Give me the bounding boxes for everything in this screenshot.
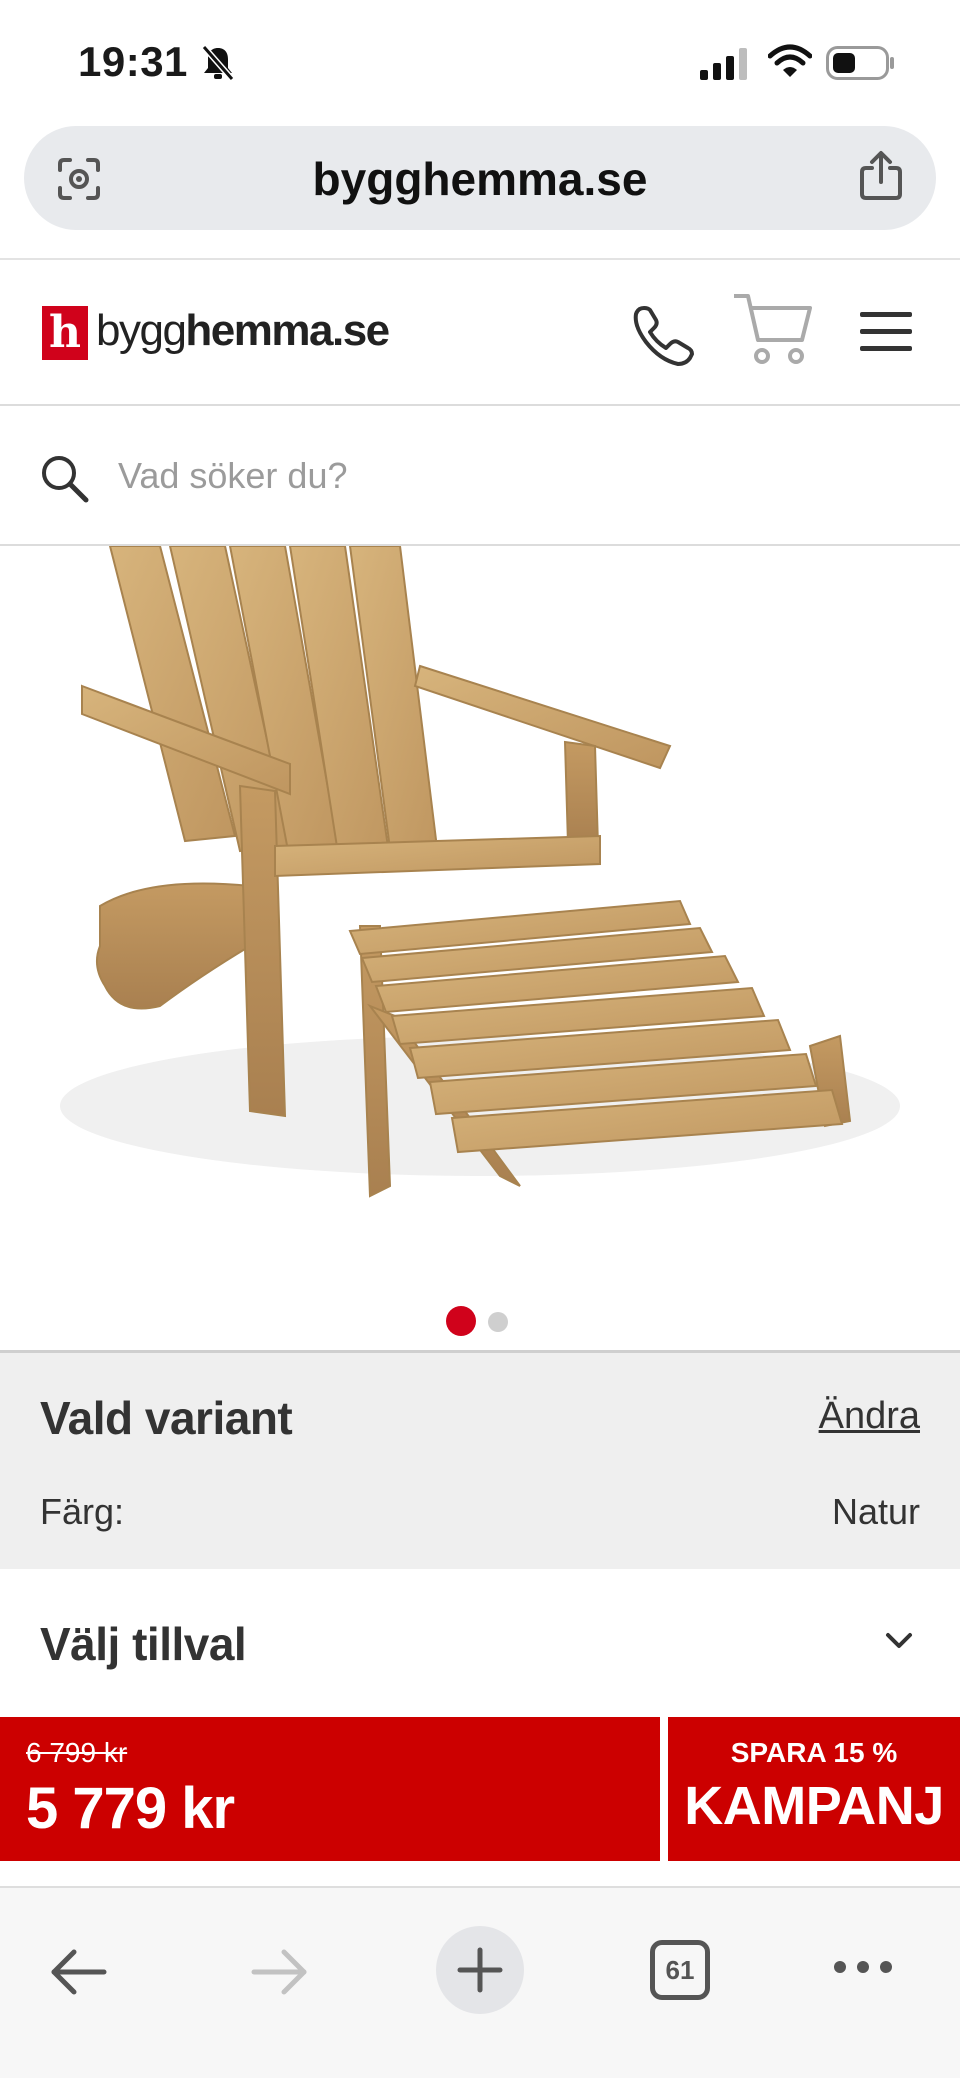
- change-variant-link[interactable]: Ändra: [819, 1395, 920, 1438]
- search-icon: [42, 456, 89, 503]
- url-text[interactable]: bygghemma.se: [24, 152, 936, 206]
- forward-arrow-icon[interactable]: [248, 1944, 312, 2000]
- campaign-badge: SPARA 15 % KAMPANJ: [668, 1717, 960, 1861]
- gallery-pagination[interactable]: [446, 1306, 516, 1336]
- more-icon[interactable]: [832, 1954, 894, 1980]
- browser-toolbar: 61: [0, 1888, 960, 2078]
- tabs-button[interactable]: 61: [650, 1940, 710, 2000]
- color-value: Natur: [831, 1491, 920, 1532]
- price-bar: 6 799 kr 5 779 kr SPARA 15 % KAMPANJ: [0, 1717, 960, 1861]
- address-bar[interactable]: bygghemma.se: [24, 126, 936, 230]
- logo-mark[interactable]: h: [42, 306, 88, 360]
- price-box: 6 799 kr 5 779 kr: [0, 1717, 660, 1861]
- logo-text[interactable]: bygghemma.se: [96, 306, 390, 356]
- color-label: Färg:: [40, 1491, 125, 1532]
- site-header: h bygghemma.se: [0, 260, 960, 404]
- cart-icon[interactable]: [730, 290, 814, 370]
- signal-icon: [700, 48, 747, 80]
- menu-icon[interactable]: [858, 308, 914, 356]
- addons-accordion[interactable]: Välj tillval: [0, 1569, 960, 1717]
- save-label: SPARA 15 %: [730, 1737, 898, 1768]
- search-row: [0, 406, 960, 544]
- logo-text-bold: hemma.se: [185, 306, 390, 355]
- back-arrow-icon[interactable]: [46, 1944, 110, 2000]
- selected-variant-panel: Vald variant Ändra Färg: Natur: [0, 1353, 960, 1569]
- gallery-dot-active[interactable]: [446, 1306, 476, 1336]
- wifi-icon: [768, 44, 812, 77]
- old-price: 6 799 kr: [26, 1737, 128, 1768]
- addons-title[interactable]: Välj tillval: [40, 1617, 247, 1671]
- chevron-down-icon[interactable]: [882, 1629, 916, 1653]
- share-icon[interactable]: [858, 150, 904, 202]
- battery-icon: [826, 46, 894, 80]
- plus-icon: [457, 1947, 503, 1993]
- adirondack-chair-with-footstool-image: [60, 546, 900, 1198]
- logo-text-light: bygg: [96, 306, 187, 355]
- product-image[interactable]: [0, 546, 960, 1346]
- status-bar: 19:31: [0, 0, 960, 120]
- new-tab-button[interactable]: [436, 1926, 524, 2014]
- search-input[interactable]: [118, 446, 898, 506]
- current-price: 5 779 kr: [26, 1776, 235, 1841]
- bell-muted-icon: [201, 45, 235, 81]
- gallery-dot[interactable]: [488, 1312, 508, 1332]
- phone-icon[interactable]: [630, 302, 696, 368]
- campaign-label: KAMPANJ: [684, 1776, 944, 1836]
- variant-title: Vald variant: [40, 1392, 293, 1444]
- status-time: 19:31: [78, 38, 188, 85]
